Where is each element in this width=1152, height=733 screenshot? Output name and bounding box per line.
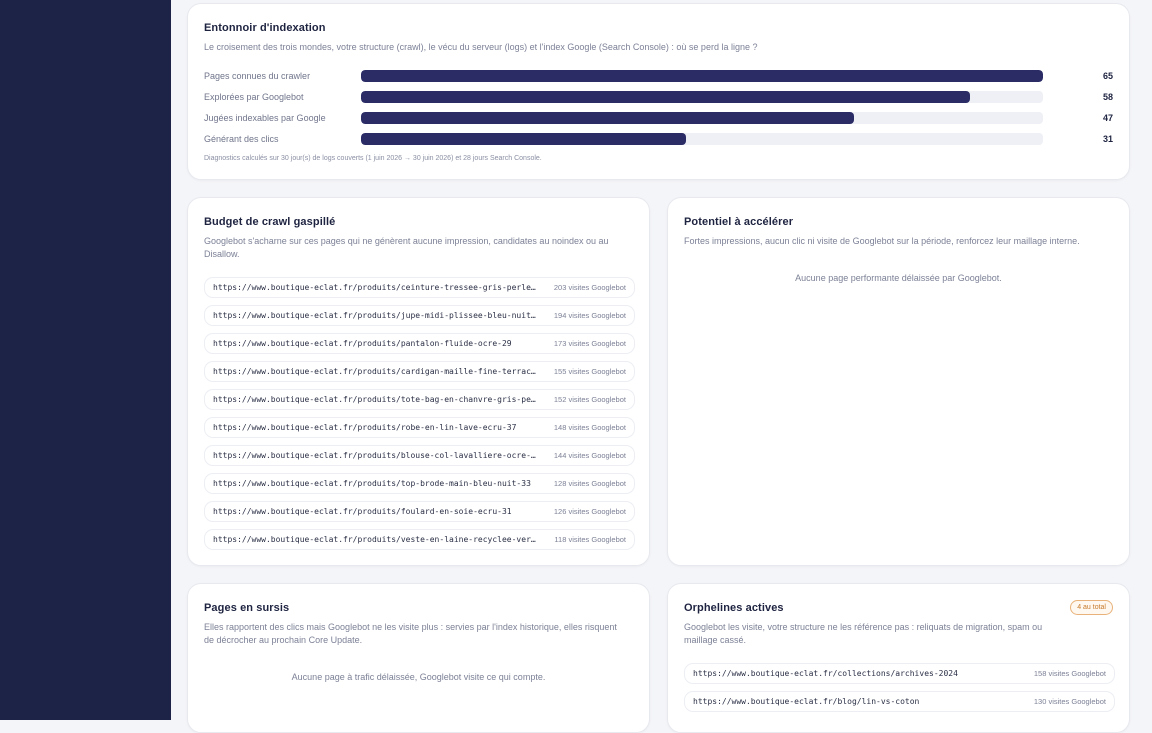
visit-count: 144 visites Googlebot (553, 451, 626, 460)
funnel-label: Pages connues du crawler (204, 71, 311, 81)
url-link[interactable]: https://www.boutique-eclat.fr/produits/c… (213, 362, 538, 381)
url-row[interactable]: https://www.boutique-eclat.fr/produits/t… (204, 389, 635, 410)
visit-count: 128 visites Googlebot (553, 479, 626, 488)
potential-card: Potentiel à accélérer Fortes impressions… (667, 197, 1130, 566)
card-title: Potentiel à accélérer (684, 216, 794, 228)
url-link[interactable]: https://www.boutique-eclat.fr/blog/lin-v… (693, 692, 1018, 711)
card-description: Le croisement des trois mondes, votre st… (204, 42, 758, 52)
card-title: Orphelines actives (684, 602, 784, 614)
url-row[interactable]: https://www.boutique-eclat.fr/produits/j… (204, 305, 635, 326)
url-row[interactable]: https://www.boutique-eclat.fr/produits/v… (204, 529, 635, 550)
visit-count: 194 visites Googlebot (553, 311, 626, 320)
funnel-value: 65 (1102, 71, 1113, 81)
url-row[interactable]: https://www.boutique-eclat.fr/produits/b… (204, 445, 635, 466)
indexation-funnel-card: Entonnoir d'indexation Le croisement des… (187, 3, 1130, 180)
url-row[interactable]: https://www.boutique-eclat.fr/produits/c… (204, 361, 635, 382)
url-link[interactable]: https://www.boutique-eclat.fr/produits/b… (213, 446, 538, 465)
url-row[interactable]: https://www.boutique-eclat.fr/produits/t… (204, 473, 635, 494)
funnel-value: 31 (1102, 134, 1113, 144)
url-link[interactable]: https://www.boutique-eclat.fr/produits/r… (213, 418, 538, 437)
funnel-row: Explorées par Googlebot 58 (204, 90, 1113, 104)
url-row[interactable]: https://www.boutique-eclat.fr/blog/lin-v… (684, 691, 1115, 712)
funnel-bar (361, 112, 855, 124)
funnel-row: Jugées indexables par Google 47 (204, 111, 1113, 125)
visit-count: 130 visites Googlebot (1033, 697, 1106, 706)
url-link[interactable]: https://www.boutique-eclat.fr/produits/c… (213, 278, 538, 297)
card-title: Entonnoir d'indexation (204, 22, 326, 34)
funnel-bar-track (361, 70, 1043, 82)
empty-state-message: Aucune page à trafic délaissée, Googlebo… (291, 672, 546, 682)
empty-state-message: Aucune page performante délaissée par Go… (795, 273, 1002, 283)
visit-count: 152 visites Googlebot (553, 395, 626, 404)
card-title: Pages en sursis (204, 602, 290, 614)
funnel-bar (361, 133, 687, 145)
card-description: Fortes impressions, aucun clic ni visite… (684, 236, 1080, 246)
visit-count: 126 visites Googlebot (553, 507, 626, 516)
funnel-bar-track (361, 91, 1043, 103)
card-description: Googlebot s'acharne sur ces pages qui ne… (204, 236, 609, 259)
url-link[interactable]: https://www.boutique-eclat.fr/produits/j… (213, 306, 538, 325)
visit-count: 148 visites Googlebot (553, 423, 626, 432)
funnel-label: Explorées par Googlebot (204, 92, 304, 102)
funnel-label: Générant des clics (204, 134, 279, 144)
crawl-budget-card: Budget de crawl gaspillé Googlebot s'ach… (187, 197, 650, 566)
card-title: Budget de crawl gaspillé (204, 216, 336, 228)
url-link[interactable]: https://www.boutique-eclat.fr/produits/f… (213, 502, 538, 521)
url-row[interactable]: https://www.boutique-eclat.fr/collection… (684, 663, 1115, 684)
card-description: Elles rapportent des clics mais Googlebo… (204, 622, 617, 645)
funnel-bar-track (361, 112, 1043, 124)
total-badge: 4 au total (1070, 600, 1113, 615)
url-link[interactable]: https://www.boutique-eclat.fr/produits/v… (213, 530, 538, 549)
funnel-row: Générant des clics 31 (204, 132, 1113, 146)
visit-count: 118 visites Googlebot (554, 535, 626, 544)
reprieve-card: Pages en sursis Elles rapportent des cli… (187, 583, 650, 733)
url-link[interactable]: https://www.boutique-eclat.fr/produits/p… (213, 334, 538, 353)
card-description: Googlebot les visite, votre structure ne… (684, 622, 1043, 645)
funnel-row: Pages connues du crawler 65 (204, 69, 1113, 83)
main-content: Entonnoir d'indexation Le croisement des… (171, 0, 1152, 733)
funnel-bar (361, 91, 970, 103)
url-row[interactable]: https://www.boutique-eclat.fr/produits/r… (204, 417, 635, 438)
funnel-footnote: Diagnostics calculés sur 30 jour(s) de l… (204, 155, 542, 162)
url-link[interactable]: https://www.boutique-eclat.fr/collection… (693, 664, 1018, 683)
sidebar (0, 0, 171, 720)
visit-count: 158 visites Googlebot (1033, 669, 1106, 678)
visit-count: 155 visites Googlebot (553, 367, 626, 376)
funnel-bar-track (361, 133, 1043, 145)
funnel-value: 58 (1102, 92, 1113, 102)
funnel-bar (361, 70, 1043, 82)
url-link[interactable]: https://www.boutique-eclat.fr/produits/t… (213, 474, 538, 493)
visit-count: 203 visites Googlebot (553, 283, 626, 292)
funnel-value: 47 (1102, 113, 1113, 123)
url-link[interactable]: https://www.boutique-eclat.fr/produits/t… (213, 390, 538, 409)
url-row[interactable]: https://www.boutique-eclat.fr/produits/p… (204, 333, 635, 354)
orphans-card: Orphelines actives 4 au total Googlebot … (667, 583, 1130, 733)
funnel-label: Jugées indexables par Google (204, 113, 326, 123)
url-row[interactable]: https://www.boutique-eclat.fr/produits/f… (204, 501, 635, 522)
visit-count: 173 visites Googlebot (553, 339, 626, 348)
url-row[interactable]: https://www.boutique-eclat.fr/produits/c… (204, 277, 635, 298)
